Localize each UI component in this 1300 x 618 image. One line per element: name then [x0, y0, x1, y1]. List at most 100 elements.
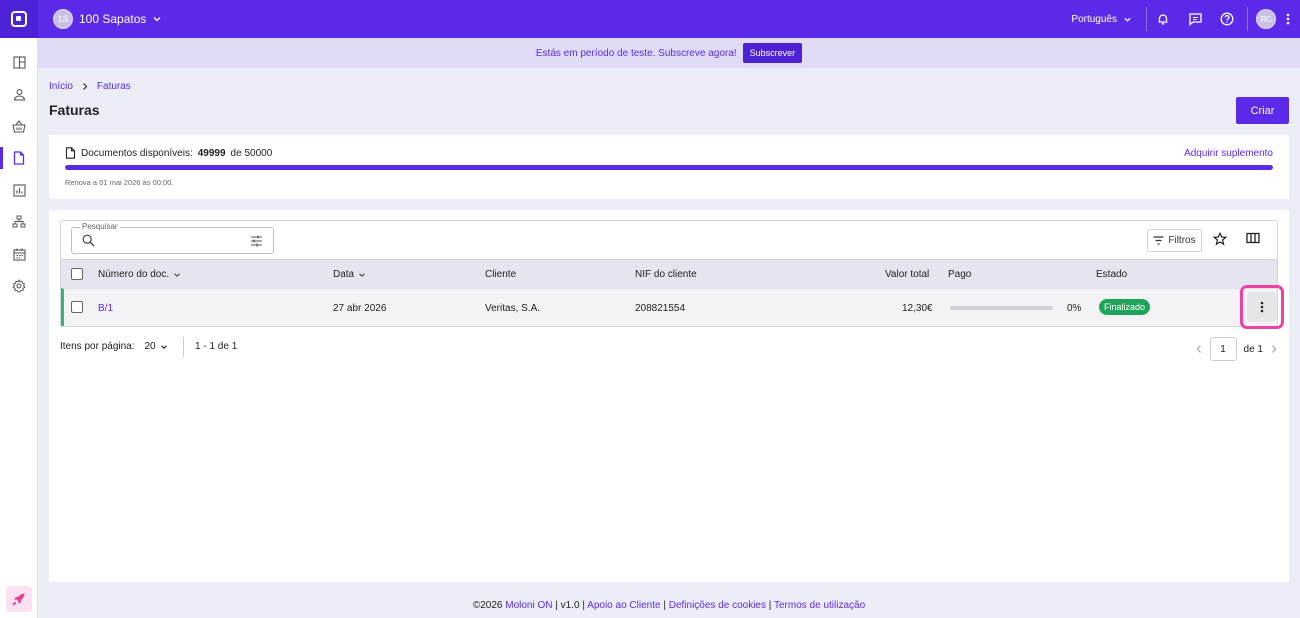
more-vertical-icon: [1260, 301, 1264, 313]
cell-date: 27 abr 2026: [333, 303, 387, 314]
divider: [183, 337, 184, 357]
rocket-button[interactable]: [6, 586, 32, 612]
table-header: Número do doc. Data Cliente NIF do clien…: [61, 259, 1277, 288]
documents-total: de 50000: [230, 147, 273, 159]
user-avatar[interactable]: RC: [1256, 9, 1276, 29]
invoices-card: Pesquisar Filtros Número do doc. Data Cl…: [49, 210, 1289, 582]
sidebar-item-documents[interactable]: [0, 144, 38, 172]
table-row[interactable]: B/1 27 abr 2026 Veritas, S.A. 208821554 …: [61, 285, 1284, 329]
messages-button[interactable]: [1179, 0, 1211, 38]
subscribe-button[interactable]: Subscrever: [742, 43, 803, 63]
column-client: Cliente: [485, 269, 517, 280]
document-number-link[interactable]: B/1: [98, 303, 113, 314]
page-navigation: 1 de 1: [1195, 337, 1278, 361]
rocket-icon: [12, 593, 25, 606]
more-vertical-icon: [1286, 13, 1290, 25]
footer-support-link[interactable]: Apoio ao Cliente: [587, 600, 660, 611]
pagination: Itens por página: 20 1 - 1 de 1 1 de 1: [60, 337, 1278, 361]
chevron-down-icon: [1124, 17, 1131, 22]
column-total: Valor total: [885, 269, 930, 280]
column-date-label: Data: [333, 269, 355, 280]
document-icon: [13, 151, 25, 165]
documents-progress-bar: [65, 165, 1273, 170]
chevron-down-icon: [153, 17, 161, 22]
row-actions-button[interactable]: [1240, 285, 1284, 329]
cell-client: Veritas, S.A.: [485, 303, 541, 314]
company-selector[interactable]: 1S 100 Sapatos: [53, 9, 162, 29]
user-icon: [13, 88, 25, 101]
notifications-button[interactable]: [1147, 0, 1179, 38]
chat-icon: [1188, 13, 1202, 26]
app-logo-icon[interactable]: [0, 0, 38, 38]
sidebar-item-reports[interactable]: [0, 176, 38, 204]
breadcrumb-current[interactable]: Faturas: [97, 81, 131, 92]
items-per-page: Itens por página: 20: [60, 341, 168, 352]
column-paid: Pago: [948, 269, 972, 280]
column-status: Estado: [1096, 269, 1128, 280]
buy-addon-link[interactable]: Adquirir suplemento: [1184, 148, 1273, 159]
help-button[interactable]: [1211, 0, 1243, 38]
documents-quota-label: Documentos disponíveis:: [81, 147, 193, 159]
row-checkbox[interactable]: [71, 301, 83, 313]
footer-version: v1.0: [560, 600, 580, 611]
items-per-page-select[interactable]: 20: [145, 341, 168, 352]
footer: ©2026 Moloni ON | v1.0 | Apoio ao Client…: [472, 600, 866, 611]
sidebar-item-sales[interactable]: [0, 112, 38, 140]
sidebar-item-calendar[interactable]: [0, 240, 38, 268]
cell-total: 12,30€: [902, 303, 933, 314]
search-input[interactable]: Pesquisar: [71, 222, 274, 254]
columns-icon[interactable]: [1246, 232, 1260, 244]
chevron-down-icon: [359, 272, 365, 277]
calendar-icon: [12, 248, 26, 261]
footer-brand-link[interactable]: Moloni ON: [505, 600, 552, 611]
search-icon: [82, 234, 95, 247]
sidebar-item-settings[interactable]: [0, 272, 38, 300]
documents-available-count: 49999: [197, 147, 226, 159]
more-menu-button[interactable]: [1276, 0, 1300, 38]
status-badge: Finalizado: [1099, 299, 1151, 315]
search-label: Pesquisar: [80, 222, 120, 231]
sidebar-item-integrations[interactable]: [0, 208, 38, 236]
column-nif: NIF do cliente: [635, 269, 697, 280]
paid-progress-bar: [950, 306, 1053, 310]
items-per-page-label: Itens por página:: [60, 341, 135, 352]
chevron-down-icon: [160, 344, 167, 349]
invoices-table: Pesquisar Filtros Número do doc. Data Cl…: [60, 220, 1284, 329]
language-selector[interactable]: Português: [1057, 7, 1147, 31]
column-date[interactable]: Data: [333, 269, 366, 280]
chevron-down-icon: [174, 272, 180, 277]
sidebar-item-dashboard[interactable]: [0, 48, 38, 76]
footer-terms-link[interactable]: Termos de utilização: [774, 600, 865, 611]
select-all-checkbox[interactable]: [71, 268, 83, 280]
dashboard-icon: [12, 55, 26, 69]
chevron-left-icon[interactable]: [1195, 344, 1203, 354]
pagination-range: 1 - 1 de 1: [195, 341, 238, 352]
network-icon: [12, 215, 26, 228]
footer-cookies-link[interactable]: Definições de cookies: [669, 600, 766, 611]
cell-nif: 208821554: [635, 303, 686, 314]
sidebar-item-contacts[interactable]: [0, 80, 38, 108]
star-icon[interactable]: [1213, 232, 1227, 246]
row-actions-inner[interactable]: [1247, 292, 1277, 322]
tune-icon[interactable]: [250, 235, 263, 247]
column-number[interactable]: Número do doc.: [98, 269, 181, 280]
page-title: Faturas: [49, 102, 100, 118]
filters-button[interactable]: Filtros: [1147, 229, 1202, 252]
gear-icon: [12, 279, 26, 293]
documents-quota-card: Documentos disponíveis: 49999 de 50000 A…: [49, 135, 1289, 199]
top-bar: 1S 100 Sapatos Português RC: [0, 0, 1300, 38]
document-icon: [65, 147, 76, 159]
filter-icon: [1153, 236, 1164, 245]
current-page-input[interactable]: 1: [1209, 337, 1237, 361]
sidebar: [0, 38, 38, 618]
bell-icon: [1158, 14, 1168, 25]
chevron-right-icon: [82, 83, 88, 90]
basket-icon: [12, 119, 26, 133]
create-button[interactable]: Criar: [1236, 97, 1289, 124]
items-per-page-value: 20: [144, 341, 156, 352]
help-icon: [1220, 12, 1234, 26]
breadcrumb-home-link[interactable]: Início: [49, 81, 73, 92]
trial-banner: Estás em período de teste. Subscreve ago…: [38, 38, 1300, 68]
footer-copyright: ©2026: [472, 600, 503, 611]
chevron-right-icon[interactable]: [1270, 344, 1278, 354]
